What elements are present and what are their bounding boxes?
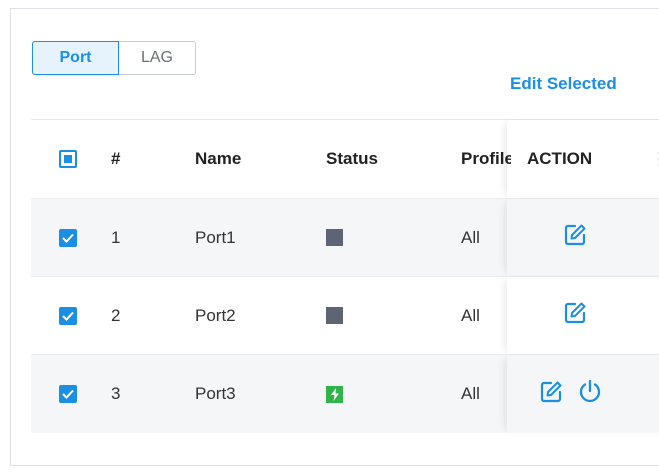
row-name: Port1 xyxy=(195,227,236,247)
row-checkbox[interactable] xyxy=(59,228,77,247)
row-checkbox-cell xyxy=(59,199,77,276)
edit-icon[interactable] xyxy=(539,380,563,409)
row-number: 3 xyxy=(111,384,121,403)
select-all-checkbox[interactable] xyxy=(59,150,77,168)
port-lag-toggle: Port LAG xyxy=(32,41,196,75)
column-header-profile[interactable]: Profile xyxy=(461,120,511,198)
checkmark-icon xyxy=(62,233,74,243)
row-name: Port3 xyxy=(195,384,236,403)
row-action-cell xyxy=(507,277,659,354)
row-action-cell xyxy=(507,355,659,433)
action-column-header: ACTION xyxy=(507,120,659,198)
row-name: Port2 xyxy=(195,305,236,325)
lightning-icon xyxy=(330,387,339,401)
indeterminate-mark xyxy=(64,155,72,163)
table-row: 2 Port2 All xyxy=(31,277,659,355)
column-header-name[interactable]: Name xyxy=(195,120,241,198)
row-profile: All xyxy=(461,305,480,325)
row-checkbox[interactable] xyxy=(59,385,77,403)
edit-icon[interactable] xyxy=(563,301,587,330)
tab-lag[interactable]: LAG xyxy=(119,41,196,75)
row-actions xyxy=(563,277,587,354)
checkmark-icon xyxy=(62,311,74,321)
row-checkbox[interactable] xyxy=(59,306,77,325)
port-down-icon xyxy=(326,307,343,324)
port-up-icon xyxy=(326,385,343,403)
table-header-row: # Name Status Profile ACTION xyxy=(31,119,659,199)
row-status xyxy=(326,277,343,354)
row-status xyxy=(326,199,343,276)
row-action-cell xyxy=(507,199,659,276)
power-icon[interactable] xyxy=(577,379,603,410)
row-checkbox-cell xyxy=(59,277,77,354)
port-down-icon xyxy=(326,229,343,246)
column-header-status[interactable]: Status xyxy=(326,120,378,198)
table-row: 1 Port1 All xyxy=(31,199,659,277)
table-row: 3 Port3 All xyxy=(31,355,659,433)
row-profile: All xyxy=(461,227,480,247)
checkmark-icon xyxy=(62,389,74,399)
column-header-number[interactable]: # xyxy=(111,120,120,198)
row-actions xyxy=(539,355,603,433)
column-header-action: ACTION xyxy=(527,149,593,168)
row-status xyxy=(326,355,343,433)
row-profile: All xyxy=(461,384,480,403)
ports-panel: Port LAG Edit Selected # Name Status Pro… xyxy=(10,8,659,466)
ports-table: # Name Status Profile ACTION 1 Port1 All… xyxy=(31,119,659,433)
tab-port[interactable]: Port xyxy=(32,41,119,75)
row-number: 2 xyxy=(111,305,121,325)
page: Port LAG Edit Selected # Name Status Pro… xyxy=(0,0,659,472)
select-all-cell xyxy=(59,120,77,198)
edit-selected-link[interactable]: Edit Selected xyxy=(510,74,617,94)
row-actions xyxy=(563,199,587,276)
edit-icon[interactable] xyxy=(563,223,587,252)
row-checkbox-cell xyxy=(59,355,77,433)
row-number: 1 xyxy=(111,227,121,247)
